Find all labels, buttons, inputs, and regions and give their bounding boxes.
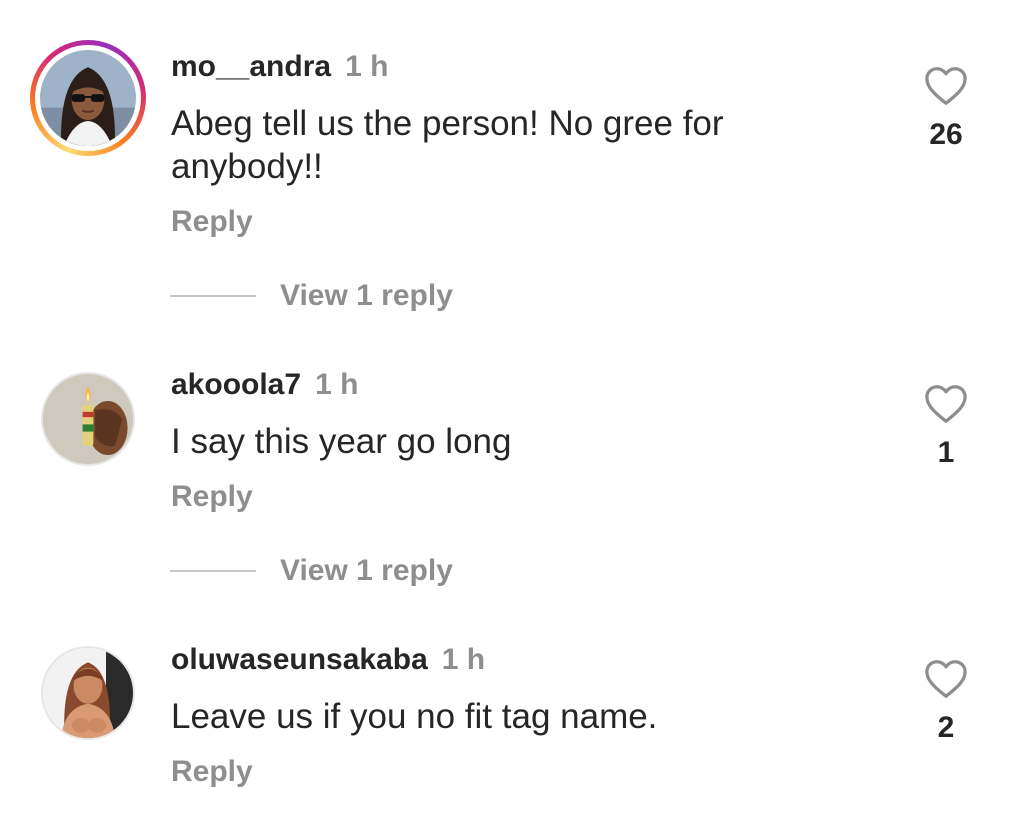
reply-button[interactable]: Reply (171, 480, 253, 514)
avatar (43, 648, 133, 738)
like-button[interactable]: 26 (918, 66, 974, 152)
avatar-story-ring[interactable] (30, 40, 146, 156)
timestamp: 1 h (441, 643, 486, 676)
comment-header: oluwaseunsakaba 1 h (171, 643, 485, 677)
timestamp: 1 h (345, 50, 389, 83)
comment-text: Leave us if you no fit tag name. (171, 697, 658, 736)
heart-outline-icon (925, 385, 967, 423)
like-count: 2 (937, 711, 955, 744)
view-replies-button[interactable]: View 1 reply (170, 554, 453, 588)
view-replies-label: View 1 reply (280, 279, 453, 312)
like-button[interactable]: 1 (918, 384, 974, 470)
heart-outline-icon (925, 660, 967, 698)
comment-text: I say this year go long (171, 422, 512, 461)
divider (170, 570, 256, 572)
like-count: 26 (929, 118, 963, 151)
comment-text: Abeg tell us the person! No gree for any… (171, 104, 724, 186)
divider (170, 295, 256, 297)
view-replies-label: View 1 reply (280, 554, 453, 587)
avatar (43, 374, 133, 464)
comment-header: mo__andra 1 h (171, 50, 388, 84)
username[interactable]: oluwaseunsakaba (171, 643, 428, 676)
like-count: 1 (937, 436, 955, 469)
username[interactable]: mo__andra (171, 50, 331, 83)
comment-header: akooola7 1 h (171, 368, 358, 402)
username[interactable]: akooola7 (171, 368, 301, 401)
avatar-wrapper[interactable] (41, 372, 135, 466)
timestamp: 1 h (315, 368, 359, 401)
view-replies-button[interactable]: View 1 reply (170, 279, 453, 313)
like-button[interactable]: 2 (918, 659, 974, 745)
avatar (40, 50, 136, 146)
avatar-wrapper[interactable] (41, 646, 135, 740)
reply-button[interactable]: Reply (171, 755, 253, 789)
heart-outline-icon (925, 67, 967, 105)
reply-button[interactable]: Reply (171, 205, 253, 239)
